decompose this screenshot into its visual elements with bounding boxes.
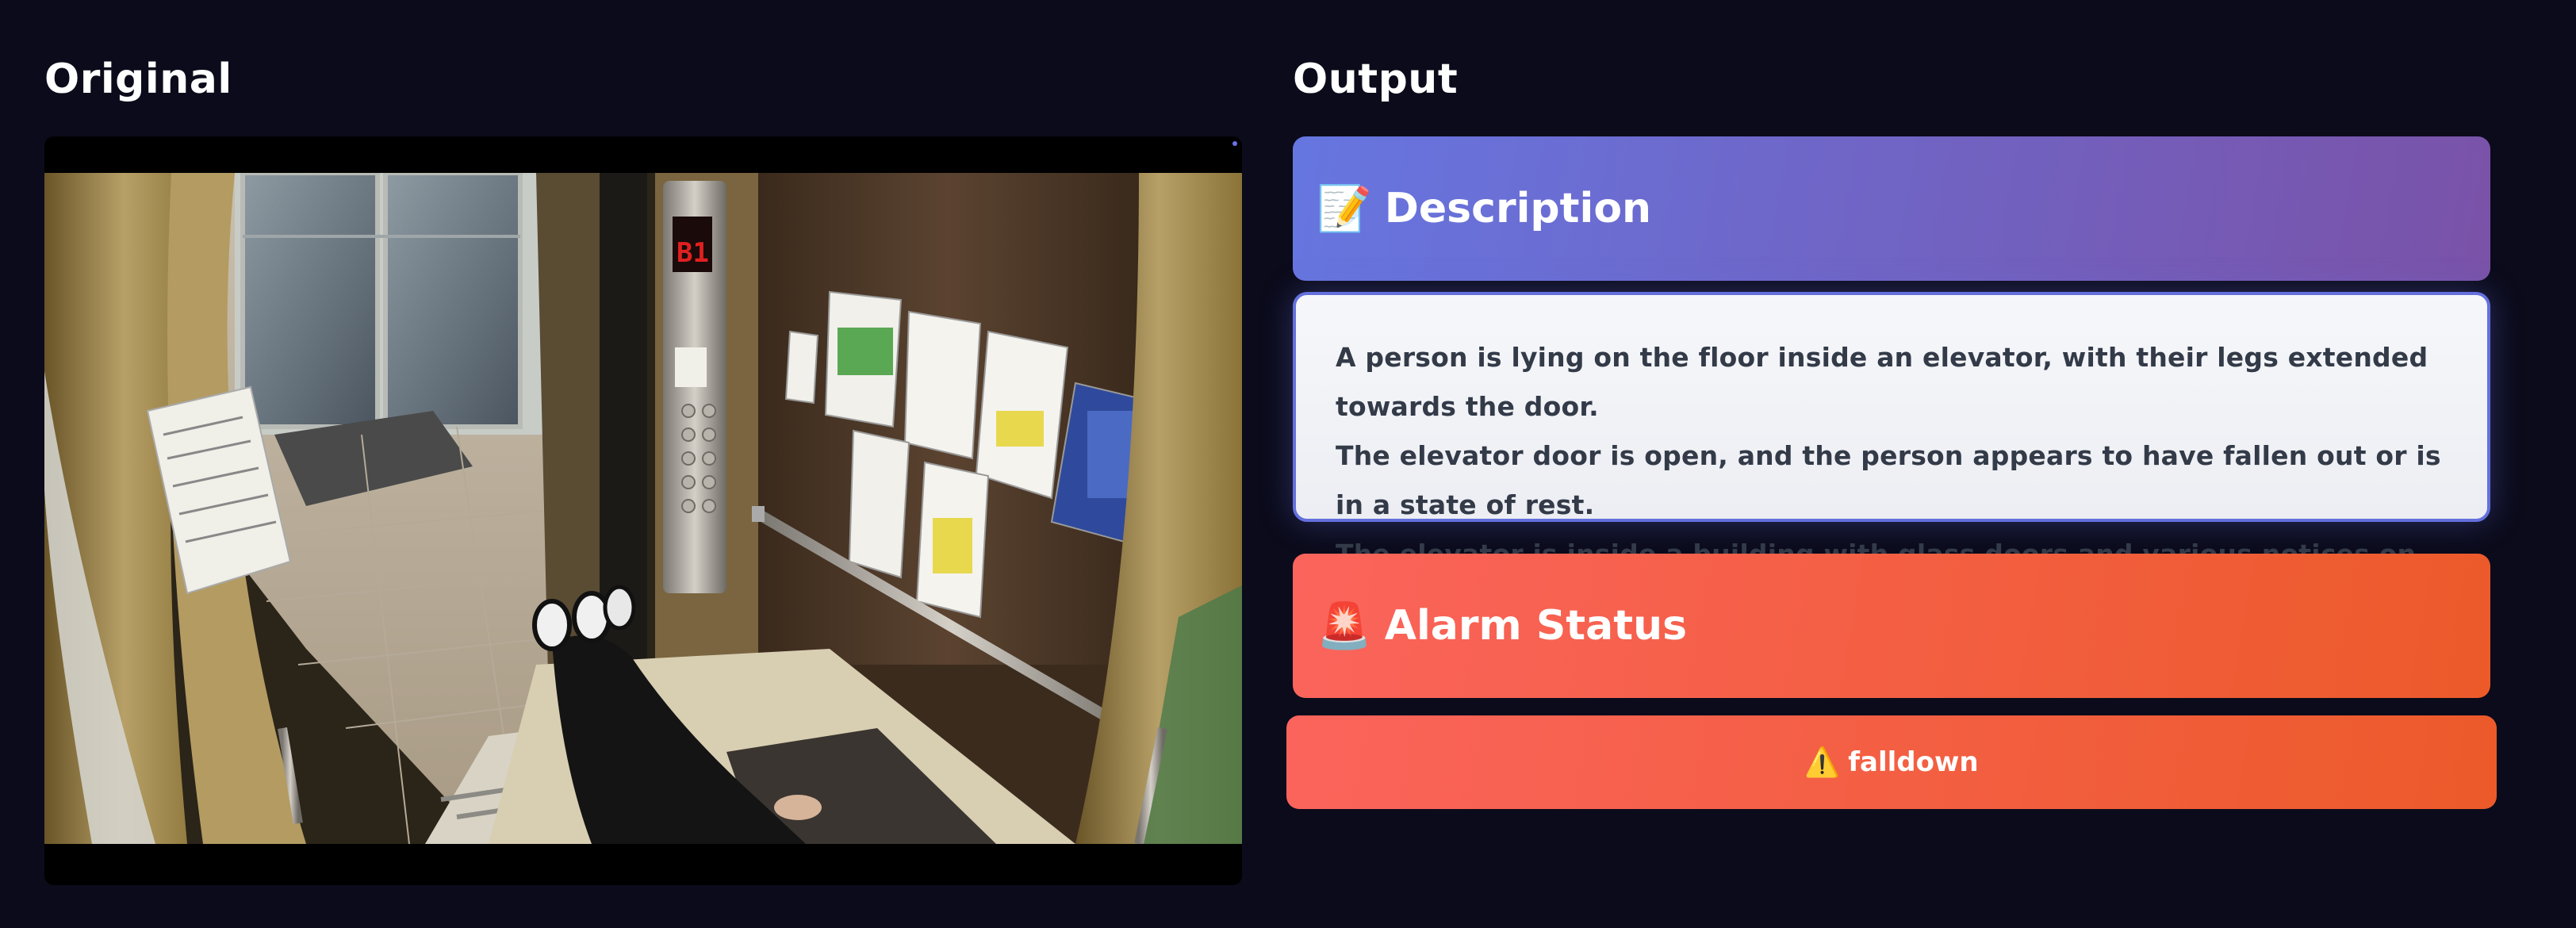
status-dot [1232, 141, 1237, 146]
alarm-status-title: Alarm Status [1384, 602, 1688, 650]
warning-icon: ⚠️ [1804, 746, 1841, 779]
alarm-status-header: 🚨 Alarm Status [1293, 554, 2490, 698]
original-column-title: Original [44, 56, 232, 103]
elevator-camera-image: B1 [44, 173, 1242, 844]
description-line: A person is lying on the floor inside an… [1336, 342, 2428, 422]
floor-display: B1 [677, 237, 709, 269]
description-line: The elevator door is open, and the perso… [1336, 440, 2441, 520]
description-header: 📝 Description [1293, 136, 2490, 281]
memo-icon: 📝 [1317, 183, 1372, 235]
video-frame[interactable]: B1 [44, 136, 1242, 885]
alarm-status-value: falldown [1848, 746, 1979, 778]
description-title: Description [1384, 185, 1652, 232]
siren-icon: 🚨 [1317, 600, 1372, 652]
output-column-title: Output [1293, 56, 1459, 103]
description-text-box: A person is lying on the floor inside an… [1293, 292, 2490, 619]
alarm-status-badge: ⚠️ falldown [1286, 715, 2497, 809]
